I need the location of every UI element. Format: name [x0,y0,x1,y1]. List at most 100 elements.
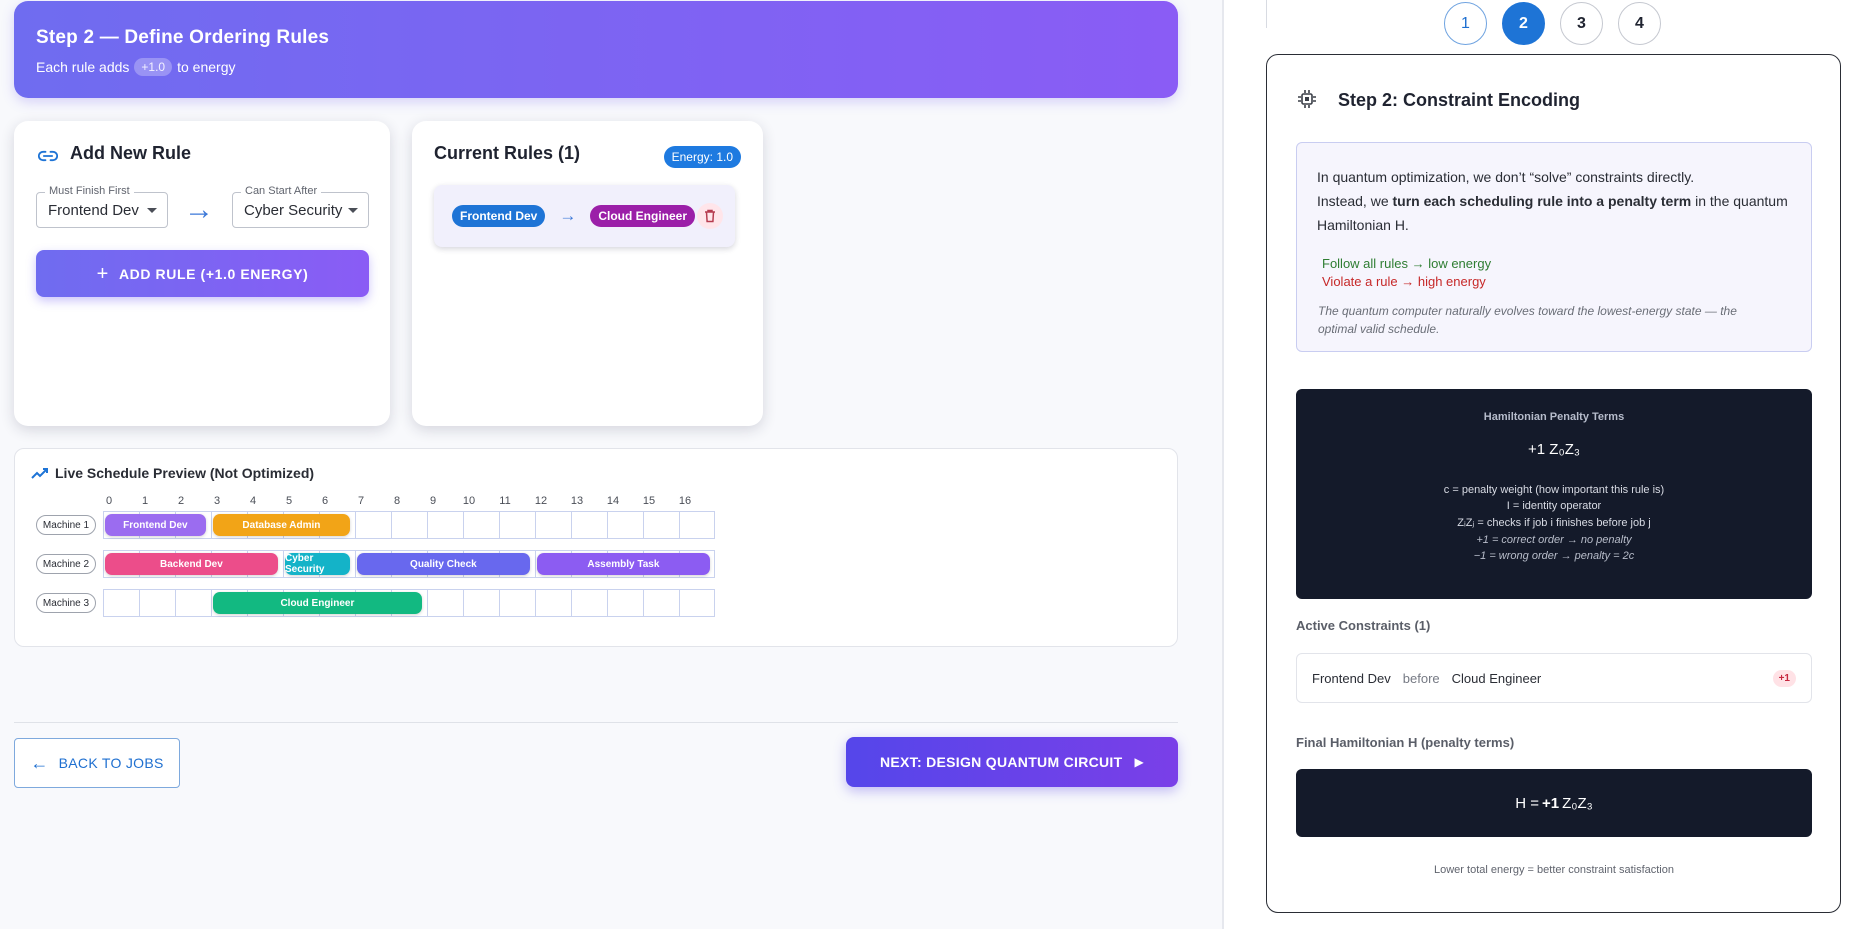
subtitle-prefix: Each rule adds [36,59,130,75]
energy-increment-pill: +1.0 [134,58,173,76]
task-bar[interactable]: Backend Dev [105,553,278,575]
time-tick: 1 [141,495,149,507]
back-button-label: BACK TO JOBS [58,755,164,771]
chevron-down-icon [147,208,157,213]
must-finish-value: Frontend Dev [48,201,139,219]
time-tick: 7 [357,495,365,507]
app-root: Step 2 — Define Ordering Rules Each rule… [0,0,1849,929]
task-bar[interactable]: Quality Check [357,553,530,575]
time-tick: 5 [285,495,293,507]
next-button-label: NEXT: DESIGN QUANTUM CIRCUIT [879,754,1123,770]
time-tick: 6 [321,495,329,507]
task-bar[interactable]: Cyber Security [285,553,350,575]
schedule-preview-card: Live Schedule Preview (Not Optimized) 0 1… [14,448,1178,647]
trash-icon [705,209,716,223]
final-h-term: Z₀Z₃ [1562,794,1593,812]
add-rule-card: Add New Rule Must Finish First Frontend … [14,121,390,426]
step-title: Step 2 — Define Ordering Rules [36,27,330,48]
step-3-button[interactable]: 3 [1560,2,1603,45]
add-rule-title: Add New Rule [70,143,192,163]
energy-badge: Energy: 1.0 [663,146,741,168]
arrow-right-icon: → [184,193,214,226]
follow-rules-note: Follow all rules → low energy [1322,256,1492,271]
rule-to-chip: Cloud Engineer [590,205,696,227]
lowest-energy-note: The quantum computer naturally evolves t… [1318,304,1737,336]
active-constraints-title: Active Constraints (1) [1296,618,1431,633]
delete-rule-button[interactable] [697,203,724,229]
task-bar[interactable]: Assembly Task [537,553,710,575]
can-start-label: Can Start After [241,185,322,197]
time-tick: 11 [499,495,511,507]
step-subtitle: Each rule adds +1.0 to energy [36,58,235,76]
right-panel: 1 2 3 4 Step 2: Constraint Encoding In q… [1224,0,1849,929]
constraint-row: Frontend Dev before Cloud Engineer +1 [1296,653,1812,703]
arrow-left-icon: ← [30,752,49,773]
plus-icon: + [96,262,109,285]
step-4-button[interactable]: 4 [1618,2,1661,45]
step-header-banner: Step 2 — Define Ordering Rules Each rule… [14,1,1178,98]
rule-from-chip: Frontend Dev [452,205,546,227]
subtitle-suffix: to energy [177,59,236,75]
time-tick: 2 [177,495,185,507]
current-rules-title: Current Rules (1) [434,143,581,163]
can-start-value: Cyber Security [244,201,343,219]
time-tick: 14 [606,495,620,507]
hamiltonian-terms-box: Hamiltonian Penalty Terms +1 Z₀Z₃ c = pe… [1296,389,1812,599]
legend-plus: +1 = correct order → no penalty [1476,534,1632,546]
panel-title: Step 2: Constraint Encoding [1338,90,1581,110]
must-finish-label: Must Finish First [45,185,134,197]
time-tick: 10 [462,495,476,507]
final-hamiltonian-title: Final Hamiltonian H (penalty terms) [1296,735,1515,750]
task-bar[interactable]: Frontend Dev [105,514,206,536]
explanation-bold: turn each scheduling rule into a penalty… [1392,193,1692,209]
task-bar[interactable]: Database Admin [213,514,350,536]
can-start-select[interactable]: Can Start After Cyber Security [232,185,369,228]
play-icon: ▶ [1134,755,1145,769]
current-rules-card: Current Rules (1) Energy: 1.0 Frontend D… [412,121,763,426]
rule-item: Frontend Dev → Cloud Engineer [434,185,735,247]
time-tick: 9 [429,495,437,507]
time-tick: 0 [105,495,113,507]
time-tick: 16 [678,495,692,507]
step-2-button[interactable]: 2 [1502,2,1545,45]
legend-i: I = identity operator [1506,500,1602,512]
final-h-prefix: H = [1515,794,1539,812]
add-rule-button[interactable]: + ADD RULE (+1.0 ENERGY) [36,250,369,297]
time-tick: 13 [570,495,584,507]
explanation-line-1: In quantum optimization, we don’t “solve… [1317,169,1695,185]
constraint-encoding-panel: Step 2: Constraint Encoding In quantum o… [1266,54,1841,913]
chevron-down-icon [348,208,358,213]
machine-label: Machine 2 [36,554,96,574]
trending-up-icon [31,468,48,479]
cpu-chip-icon [1298,90,1316,108]
constraint-from: Frontend Dev [1312,670,1391,686]
hamiltonian-formula: +1 Z₀Z₃ [1528,441,1580,458]
violate-rule-note: Violate a rule → high energy [1322,274,1486,289]
legend-c: c = penalty weight (how important this r… [1443,484,1665,496]
hamiltonian-title: Hamiltonian Penalty Terms [1483,411,1625,423]
step-1-button[interactable]: 1 [1444,2,1487,45]
machine-label: Machine 1 [36,515,96,535]
constraint-to: Cloud Engineer [1451,670,1542,686]
explanation-box: In quantum optimization, we don’t “solve… [1296,142,1812,352]
final-hamiltonian-box: H = +1 Z₀Z₃ [1296,769,1812,837]
arrow-right-icon: → [559,206,577,225]
penalty-badge: +1 [1772,669,1796,687]
legend-zz: ZᵢZⱼ = checks if job i finishes before j… [1457,517,1651,529]
schedule-preview-title: Live Schedule Preview (Not Optimized) [55,465,315,481]
time-tick: 15 [642,495,656,507]
back-to-jobs-button[interactable]: ← BACK TO JOBS [14,738,180,788]
time-tick: 8 [393,495,401,507]
time-tick: 3 [213,495,221,507]
add-rule-button-label: ADD RULE (+1.0 ENERGY) [118,265,309,282]
panel-top-line [1266,0,1267,28]
footer-note: Lower total energy = better constraint s… [1434,864,1674,876]
time-tick: 12 [534,495,548,507]
must-finish-select[interactable]: Must Finish First Frontend Dev [36,185,168,228]
time-tick: 4 [249,495,257,507]
link-icon [38,150,58,162]
constraint-before: before [1402,670,1440,686]
task-bar[interactable]: Cloud Engineer [213,592,422,614]
next-design-circuit-button[interactable]: NEXT: DESIGN QUANTUM CIRCUIT ▶ [846,737,1178,787]
explanation-text: Instead, we [1317,193,1393,209]
